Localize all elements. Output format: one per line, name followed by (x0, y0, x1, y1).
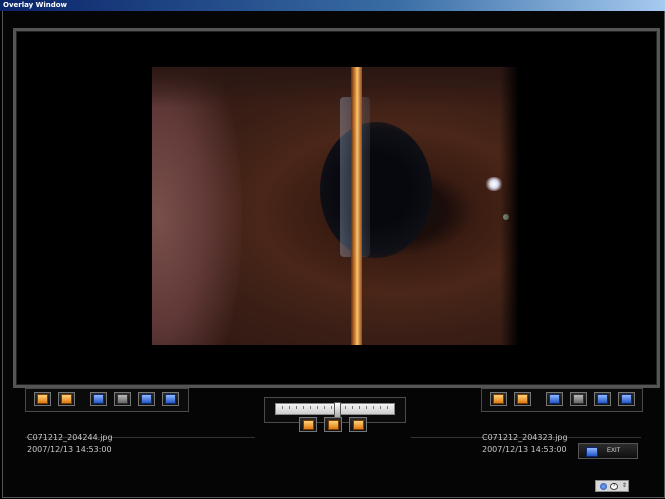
left-file-info: C071212_204244.jpg 2007/12/13 14:53:00 (27, 432, 113, 456)
left-toolbar (25, 388, 189, 412)
import-icon (549, 394, 560, 404)
status-icons: ? ⇕ (595, 480, 629, 492)
sum-icon (141, 394, 152, 404)
overlay-left-icon (302, 419, 314, 430)
right-file-info: C071212_204323.jpg 2007/12/13 14:53:00 (482, 432, 568, 456)
left-prev-button[interactable] (58, 392, 75, 406)
first-frame-icon (493, 394, 504, 404)
right-prev-button[interactable] (514, 392, 531, 406)
previous-frame-icon (61, 394, 72, 404)
title-bar[interactable]: Overlay Window (0, 0, 665, 11)
stop-icon (573, 394, 584, 404)
sum-icon (597, 394, 608, 404)
right-first-button[interactable] (490, 392, 507, 406)
left-first-button[interactable] (34, 392, 51, 406)
app-window: C071212_204244.jpg 2007/12/13 14:53:00 C… (2, 11, 665, 498)
opacity-slider[interactable] (275, 402, 395, 418)
left-import-button[interactable] (90, 392, 107, 406)
right-filename: C071212_204323.jpg (482, 433, 568, 442)
left-sum-button[interactable] (138, 392, 155, 406)
import-icon (93, 394, 104, 404)
overlay-right-button[interactable] (349, 417, 367, 432)
fit-icon (621, 394, 632, 404)
right-sum-button[interactable] (594, 392, 611, 406)
close-icon (586, 447, 598, 457)
exit-label: EXIT (607, 448, 621, 454)
slider-thumb[interactable] (333, 402, 341, 418)
overlay-eye-image (152, 67, 519, 345)
stop-icon (117, 394, 128, 404)
right-import-button[interactable] (546, 392, 563, 406)
fit-icon (165, 394, 176, 404)
exit-button[interactable]: EXIT (578, 443, 638, 459)
right-stop-button[interactable] (570, 392, 587, 406)
help-icon[interactable]: ? (610, 483, 618, 490)
left-timestamp: 2007/12/13 14:53:00 (27, 445, 112, 454)
window-title: Overlay Window (3, 1, 68, 9)
globe-icon[interactable] (600, 483, 607, 490)
right-timestamp: 2007/12/13 14:53:00 (482, 445, 567, 454)
previous-frame-icon (517, 394, 528, 404)
left-stop-button[interactable] (114, 392, 131, 406)
first-frame-icon (37, 394, 48, 404)
left-filename: C071212_204244.jpg (27, 433, 113, 442)
overlay-blend-icon (327, 419, 339, 430)
left-fit-button[interactable] (162, 392, 179, 406)
overlay-left-button[interactable] (299, 417, 317, 432)
right-toolbar (481, 388, 643, 412)
overlay-right-icon (352, 419, 364, 430)
spin-icon[interactable]: ⇕ (622, 482, 627, 491)
right-fit-button[interactable] (618, 392, 635, 406)
overlay-blend-button[interactable] (324, 417, 342, 432)
image-viewer[interactable] (13, 28, 660, 388)
